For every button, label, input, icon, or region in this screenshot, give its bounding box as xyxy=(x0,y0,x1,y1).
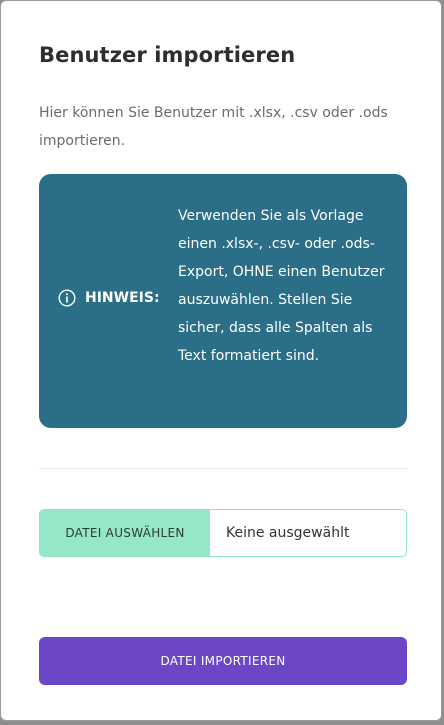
hint-header: HINWEIS: xyxy=(58,289,160,307)
import-users-dialog: Benutzer importieren Hier können Sie Ben… xyxy=(0,0,442,721)
info-icon xyxy=(58,289,76,307)
hint-box: HINWEIS: Verwenden Sie als Vorlage einen… xyxy=(39,174,407,428)
import-file-button[interactable]: DATEI IMPORTIEREN xyxy=(39,637,407,685)
dialog-title: Benutzer importieren xyxy=(39,43,296,67)
file-picker[interactable]: DATEI AUSWÄHLEN Keine ausgewählt xyxy=(39,509,407,557)
file-status: Keine ausgewählt xyxy=(226,525,350,541)
choose-file-button[interactable]: DATEI AUSWÄHLEN xyxy=(40,510,210,556)
dialog-description: Hier können Sie Benutzer mit .xlsx, .csv… xyxy=(39,105,388,149)
divider xyxy=(39,468,407,469)
hint-label: HINWEIS: xyxy=(85,290,160,306)
hint-text: Verwenden Sie als Vorlage einen .xlsx-, … xyxy=(178,208,385,364)
